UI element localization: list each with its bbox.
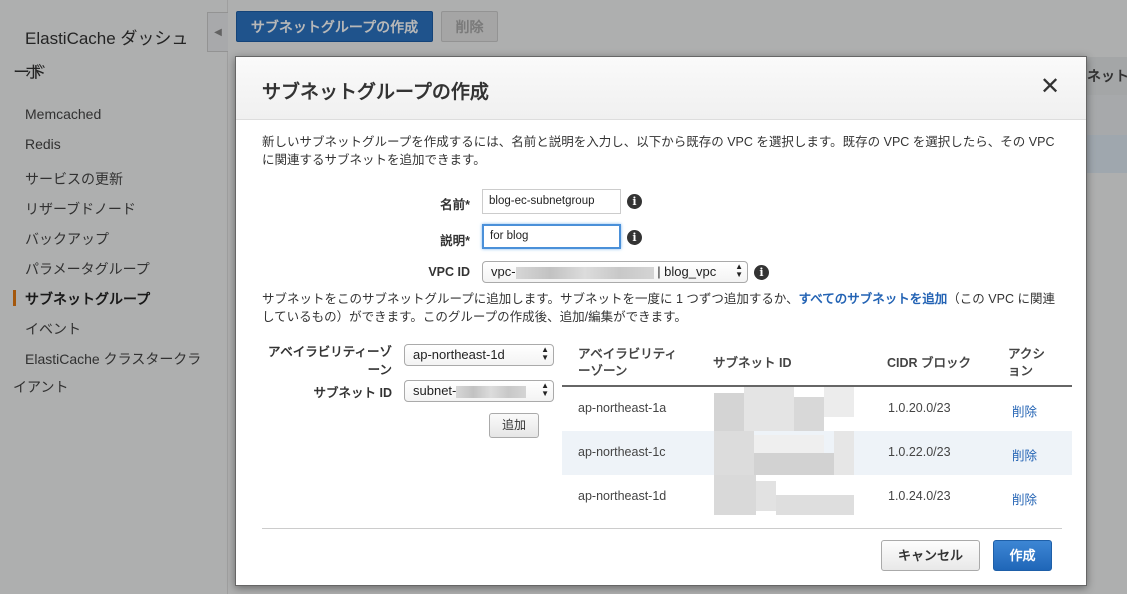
row-cidr-block: 1.0.22.0/23 (888, 445, 951, 459)
info-icon[interactable]: i (627, 230, 642, 245)
redacted-subnet-id (712, 431, 857, 475)
row-delete-link[interactable]: 削除 (1012, 401, 1037, 420)
dialog-header: サブネットグループの作成 ✕ (236, 57, 1086, 120)
row-cidr-block: 1.0.24.0/23 (888, 489, 951, 503)
dialog-intro-text: 新しいサブネットグループを作成するには、名前と説明を入力し、以下から既存の VP… (262, 135, 1055, 167)
description-field[interactable]: for blog (482, 224, 621, 249)
redacted-subnet-id (712, 387, 857, 431)
select-arrows-icon: ▲ ▼ (541, 345, 549, 362)
redacted-subnet-id (712, 475, 857, 519)
row-availability-zone: ap-northeast-1d (578, 489, 667, 503)
row-cidr-block: 1.0.20.0/23 (888, 401, 951, 415)
availability-zone-label: アベイラビリティーゾーン (267, 345, 392, 377)
row-availability-zone: ap-northeast-1a (578, 401, 667, 415)
row-delete-link[interactable]: 削除 (1012, 489, 1037, 508)
column-header-availability-zone: アベイラビリティーゾーン (578, 347, 678, 378)
row-delete-link[interactable]: 削除 (1012, 445, 1037, 464)
vpc-id-label: VPC ID (428, 265, 470, 279)
info-icon[interactable]: i (754, 265, 769, 280)
column-header-cidr-block: CIDR ブロック (887, 356, 972, 370)
column-header-action: アクション (1008, 347, 1045, 378)
table-row: ap-northeast-1a 1.0.20.0/23 削除 (562, 387, 1072, 431)
availability-zone-value: ap-northeast-1d (413, 347, 505, 362)
info-icon[interactable]: i (627, 194, 642, 209)
close-icon[interactable]: ✕ (1038, 75, 1062, 99)
table-row: ap-northeast-1d 1.0.24.0/23 削除 (562, 475, 1072, 519)
vpc-id-select[interactable]: vpc- | blog_vpc ▲ ▼ (482, 261, 748, 283)
vpc-id-prefix: vpc- (491, 264, 516, 279)
select-arrows-icon: ▲ ▼ (735, 262, 743, 279)
availability-zone-select[interactable]: ap-northeast-1d ▲ ▼ (404, 344, 554, 366)
column-header-subnet-id: サブネット ID (713, 356, 792, 370)
subnet-instructions: サブネットをこのサブネットグループに追加します。サブネットを一度に 1 つずつ追… (262, 290, 1062, 326)
dialog-title: サブネットグループの作成 (262, 82, 489, 103)
subnet-id-select[interactable]: subnet- ▲ ▼ (404, 380, 554, 402)
footer-divider (262, 528, 1062, 529)
name-label: 名前* (440, 198, 470, 212)
subnet-instructions-text: サブネットをこのサブネットグループに追加します。サブネットを一度に 1 つずつ追… (262, 292, 799, 306)
add-all-subnets-link[interactable]: すべてのサブネットを追加 (799, 292, 948, 306)
create-subnet-group-dialog: サブネットグループの作成 ✕ 新しいサブネットグループを作成するには、名前と説明… (235, 56, 1087, 586)
redacted-vpc-id (515, 266, 654, 279)
cancel-button[interactable]: キャンセル (881, 540, 980, 571)
redacted-subnet-id (456, 385, 527, 398)
add-subnet-button[interactable]: 追加 (489, 413, 539, 438)
table-row: ap-northeast-1c 1.0.22.0/23 削除 (562, 431, 1072, 475)
name-field[interactable]: blog-ec-subnetgroup (482, 189, 621, 214)
select-arrows-icon: ▲ ▼ (541, 381, 549, 398)
row-availability-zone: ap-northeast-1c (578, 445, 666, 459)
subnet-id-prefix: subnet- (413, 383, 457, 398)
vpc-id-suffix: | blog_vpc (657, 264, 717, 279)
create-button[interactable]: 作成 (993, 540, 1052, 571)
description-label: 説明* (440, 234, 470, 248)
subnet-id-label: サブネット ID (313, 386, 392, 400)
